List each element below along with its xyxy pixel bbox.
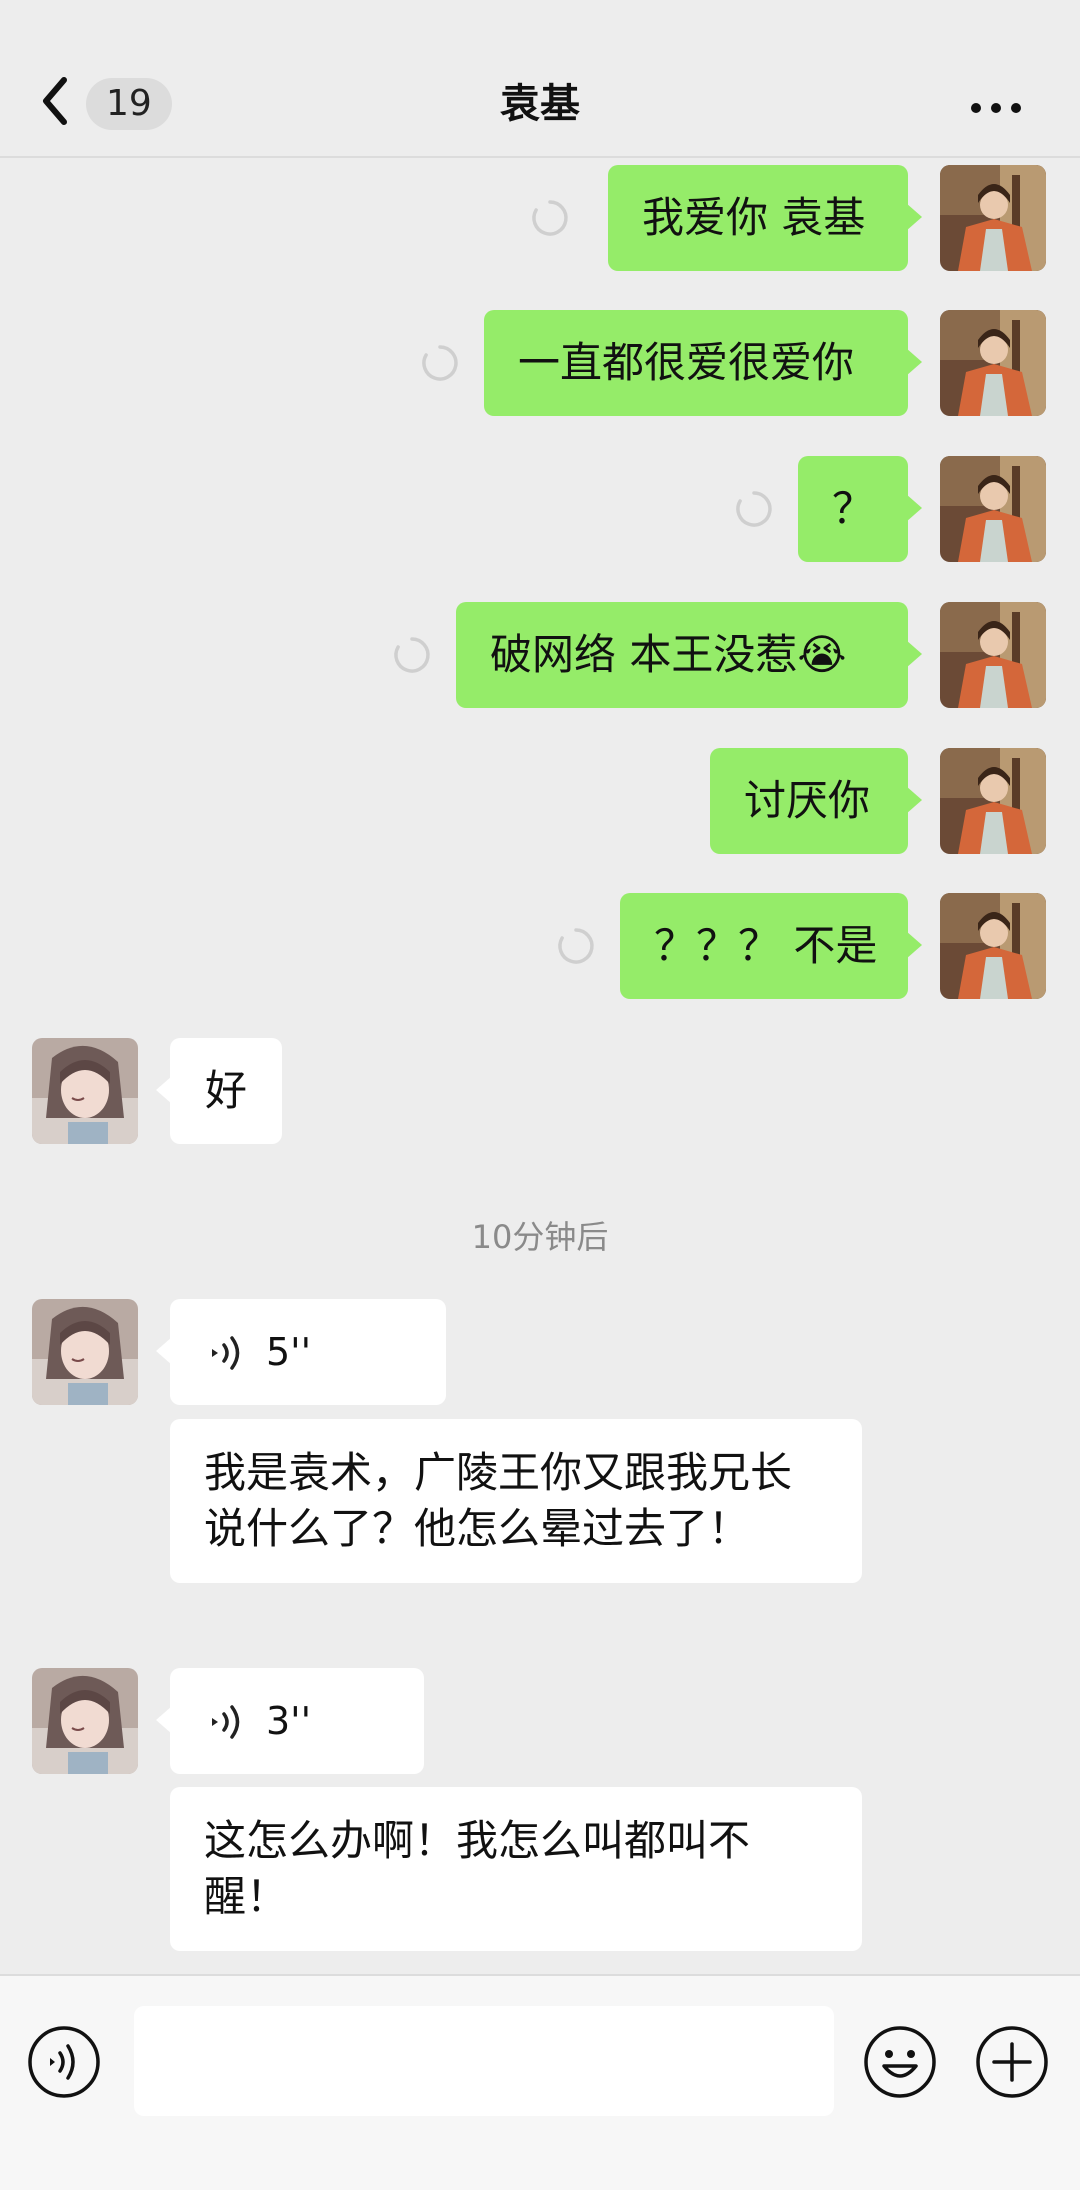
voice-wave-icon <box>212 1336 240 1370</box>
chat-title: 袁基 <box>500 81 580 127</box>
voice-duration: 5'' <box>266 1330 312 1374</box>
message-row-sent: 讨厌你 <box>0 748 1080 854</box>
sent-bubble[interactable]: ？？？ 不是 <box>620 893 922 999</box>
voice-message-bubble[interactable]: 3'' <box>156 1668 424 1774</box>
message-row-sent: 我爱你 袁基 <box>0 165 1080 271</box>
message-row-received: 3'' <box>0 1668 1080 1774</box>
voice-input-icon[interactable] <box>26 2024 102 2100</box>
contact-avatar[interactable] <box>32 1299 138 1405</box>
message-row-sent: ？？？ 不是 <box>0 893 1080 999</box>
message-row-received: 5'' <box>0 1299 1080 1405</box>
my-avatar[interactable] <box>940 456 1046 562</box>
received-bubble[interactable]: 我是袁术，广陵王你又跟我兄长说什么了？他怎么晕过去了！ <box>170 1419 862 1583</box>
contact-avatar[interactable] <box>32 1668 138 1774</box>
plus-icon[interactable] <box>974 2024 1050 2100</box>
received-bubble[interactable]: 好 <box>156 1038 282 1144</box>
more-dots-icon[interactable] <box>966 88 1026 128</box>
timestamp-divider: 10分钟后 <box>471 1218 609 1256</box>
my-avatar[interactable] <box>940 748 1046 854</box>
my-avatar[interactable] <box>940 310 1046 416</box>
sent-bubble[interactable]: 讨厌你 <box>710 748 922 854</box>
sending-spinner-icon <box>558 928 594 964</box>
my-avatar[interactable] <box>940 893 1046 999</box>
message-row-received: 我是袁术，广陵王你又跟我兄长说什么了？他怎么晕过去了！ <box>0 1419 1080 1625</box>
message-row-sent: 一直都很爱很爱你 <box>0 310 1080 416</box>
voice-wave-icon <box>212 1705 240 1739</box>
received-bubble[interactable]: 这怎么办啊！我怎么叫都叫不醒！ <box>170 1787 862 1951</box>
my-avatar[interactable] <box>940 602 1046 708</box>
message-row-received: 好 <box>0 1038 1080 1144</box>
sending-spinner-icon <box>532 200 568 236</box>
my-avatar[interactable] <box>940 165 1046 271</box>
message-row-sent: ？ <box>0 456 1080 562</box>
sending-spinner-icon <box>394 637 430 673</box>
sending-spinner-icon <box>422 345 458 381</box>
input-bar <box>0 1974 1080 2190</box>
voice-duration: 3'' <box>266 1699 312 1743</box>
sent-bubble[interactable]: 破网络 本王没惹😭 <box>456 602 922 708</box>
message-row-received: 这怎么办啊！我怎么叫都叫不醒！ <box>0 1787 1080 1951</box>
message-input[interactable] <box>134 2006 834 2116</box>
sent-bubble[interactable]: ？ <box>798 456 922 562</box>
chat-header: 19 袁基 <box>0 0 1080 158</box>
sent-bubble[interactable]: 我爱你 袁基 <box>608 165 922 271</box>
emoji-icon[interactable] <box>862 2024 938 2100</box>
contact-avatar[interactable] <box>32 1038 138 1144</box>
message-row-sent: 破网络 本王没惹😭 <box>0 602 1080 708</box>
voice-message-bubble[interactable]: 5'' <box>156 1299 446 1405</box>
sending-spinner-icon <box>736 491 772 527</box>
sent-bubble[interactable]: 一直都很爱很爱你 <box>484 310 922 416</box>
